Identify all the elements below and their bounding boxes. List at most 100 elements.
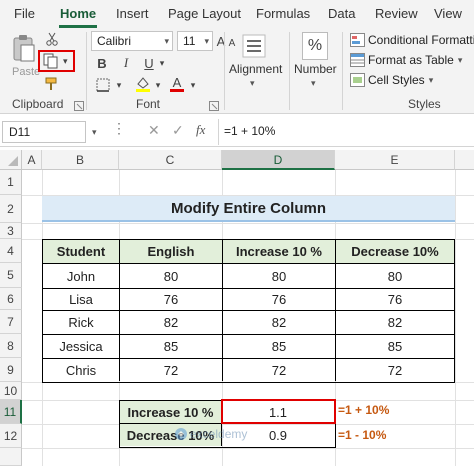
chevron-down-icon[interactable]: ▾ — [92, 127, 97, 138]
chevron-down-icon[interactable]: ▾ — [157, 55, 167, 71]
formula-note-increase[interactable]: =1 + 10% — [338, 403, 389, 417]
row-header-11[interactable]: 11 — [0, 400, 22, 424]
grow-font-button[interactable]: A — [215, 31, 227, 51]
paste-icon[interactable] — [10, 32, 38, 64]
row-header-5[interactable]: 5 — [0, 263, 22, 288]
fill-color-icon[interactable] — [134, 74, 152, 94]
table-cell-student[interactable]: Rick — [43, 311, 120, 335]
table-cell-decrease[interactable]: 82 — [336, 311, 454, 335]
calc-label-increase[interactable]: Increase 10 % — [120, 401, 222, 424]
table-header-decrease[interactable]: Decrease 10% — [336, 240, 454, 264]
row-header-3[interactable]: 3 — [0, 223, 22, 239]
row-header-4[interactable]: 4 — [0, 239, 22, 263]
tab-formulas[interactable]: Formulas — [256, 6, 310, 21]
tab-view[interactable]: View — [434, 6, 462, 21]
percent-icon[interactable]: % — [302, 32, 328, 60]
font-color-button[interactable]: A — [168, 74, 186, 94]
watermark-text: exceldemy — [190, 427, 248, 441]
cell-styles-button[interactable]: Cell Styles ▾ — [350, 71, 433, 89]
more-dots-icon: ⋮ — [112, 120, 126, 136]
row-header-1[interactable]: 1 — [0, 170, 22, 195]
font-size-combo[interactable]: 11 ▾ — [177, 31, 213, 51]
table-cell-decrease[interactable]: 72 — [336, 359, 454, 381]
font-name-combo[interactable]: Calibri ▾ — [91, 31, 173, 51]
table-cell-student[interactable]: Jessica — [43, 335, 120, 359]
cancel-icon[interactable]: ✕ — [148, 122, 160, 139]
table-cell-increase[interactable]: 85 — [223, 335, 336, 359]
chevron-down-icon[interactable]: ▾ — [153, 77, 163, 93]
column-header-e[interactable]: E — [335, 150, 455, 170]
sheet-title[interactable]: Modify Entire Column — [42, 196, 455, 222]
chevron-down-icon[interactable]: ▾ — [311, 78, 316, 89]
table-cell-decrease[interactable]: 85 — [336, 335, 454, 359]
chevron-down-icon[interactable]: ▾ — [250, 78, 255, 89]
italic-button[interactable]: I — [118, 54, 134, 72]
format-as-table-button[interactable]: Format as Table ▾ — [350, 51, 462, 69]
tab-page-layout[interactable]: Page Layout — [168, 6, 241, 21]
formula-input[interactable]: =1 + 10% — [224, 121, 472, 143]
table-cell-student[interactable]: John — [43, 264, 120, 289]
row-header-8[interactable]: 8 — [0, 334, 22, 358]
bold-button[interactable]: B — [94, 54, 110, 72]
enter-icon[interactable]: ✓ — [172, 122, 184, 139]
font-launcher-icon[interactable] — [209, 98, 219, 111]
alignment-button-label[interactable]: Alignment — [229, 62, 282, 76]
alignment-icon[interactable] — [240, 32, 268, 60]
table-cell-increase[interactable]: 76 — [223, 289, 336, 311]
row-header-6[interactable]: 6 — [0, 288, 22, 310]
select-all-corner[interactable] — [0, 150, 22, 170]
name-box[interactable]: D11 — [2, 121, 86, 143]
conditional-formatting-icon — [350, 33, 365, 47]
column-header-b[interactable]: B — [42, 150, 119, 170]
chevron-down-icon[interactable]: ▾ — [188, 77, 198, 93]
row-header-9[interactable]: 9 — [0, 358, 22, 382]
table-cell-english[interactable]: 72 — [120, 359, 223, 381]
table-cell-decrease[interactable]: 80 — [336, 264, 454, 289]
row-header-2[interactable]: 2 — [0, 195, 22, 223]
tab-data[interactable]: Data — [328, 6, 355, 21]
font-group-label: Font — [136, 97, 161, 111]
font-color-swatch — [170, 89, 184, 92]
tab-review[interactable]: Review — [375, 6, 418, 21]
borders-icon[interactable] — [94, 76, 112, 94]
table-cell-decrease[interactable]: 76 — [336, 289, 454, 311]
chevron-down-icon[interactable]: ▾ — [204, 32, 209, 50]
tab-home[interactable]: Home — [60, 6, 96, 21]
insert-function-icon[interactable]: fx — [196, 122, 205, 138]
table-cell-increase[interactable]: 82 — [223, 311, 336, 335]
table-cell-english[interactable]: 76 — [120, 289, 223, 311]
column-header-c[interactable]: C — [119, 150, 222, 170]
underline-button[interactable]: U — [141, 54, 157, 72]
table-header-increase[interactable]: Increase 10 % — [223, 240, 336, 264]
formula-value: =1 + 10% — [224, 124, 276, 138]
chevron-down-icon[interactable]: ▾ — [114, 77, 124, 93]
tab-file[interactable]: File — [14, 6, 35, 21]
clipboard-launcher-icon[interactable] — [74, 98, 84, 111]
cut-icon[interactable] — [44, 31, 60, 47]
tab-insert[interactable]: Insert — [116, 6, 149, 21]
number-button-label[interactable]: Number — [294, 62, 337, 76]
row-header-10[interactable]: 10 — [0, 382, 22, 400]
table-cell-increase[interactable]: 72 — [223, 359, 336, 381]
worksheet-grid[interactable]: A B C D E 1 2 3 4 5 6 7 8 9 10 11 12 Mod… — [0, 150, 474, 466]
table-cell-english[interactable]: 82 — [120, 311, 223, 335]
table-cell-student[interactable]: Chris — [43, 359, 120, 381]
table-cell-english[interactable]: 80 — [120, 264, 223, 289]
formula-note-decrease[interactable]: =1 - 10% — [338, 428, 386, 442]
column-header-a[interactable]: A — [22, 150, 42, 170]
table-header-student[interactable]: Student — [43, 240, 120, 264]
table-header-english[interactable]: English — [120, 240, 223, 264]
column-header-d[interactable]: D — [222, 150, 335, 170]
chevron-down-icon[interactable]: ▾ — [164, 32, 169, 50]
table-cell-increase[interactable]: 80 — [223, 264, 336, 289]
shrink-font-button[interactable]: A — [227, 35, 237, 51]
row-header-12[interactable]: 12 — [0, 424, 22, 448]
paste-label: Paste — [12, 66, 41, 78]
format-painter-icon[interactable] — [44, 76, 60, 92]
ribbon-separator — [342, 32, 343, 110]
table-cell-student[interactable]: Lisa — [43, 289, 120, 311]
copy-button[interactable]: ▾ — [38, 50, 75, 72]
conditional-formatting-button[interactable]: Conditional Formatting — [350, 31, 474, 49]
row-header-7[interactable]: 7 — [0, 310, 22, 334]
table-cell-english[interactable]: 85 — [120, 335, 223, 359]
